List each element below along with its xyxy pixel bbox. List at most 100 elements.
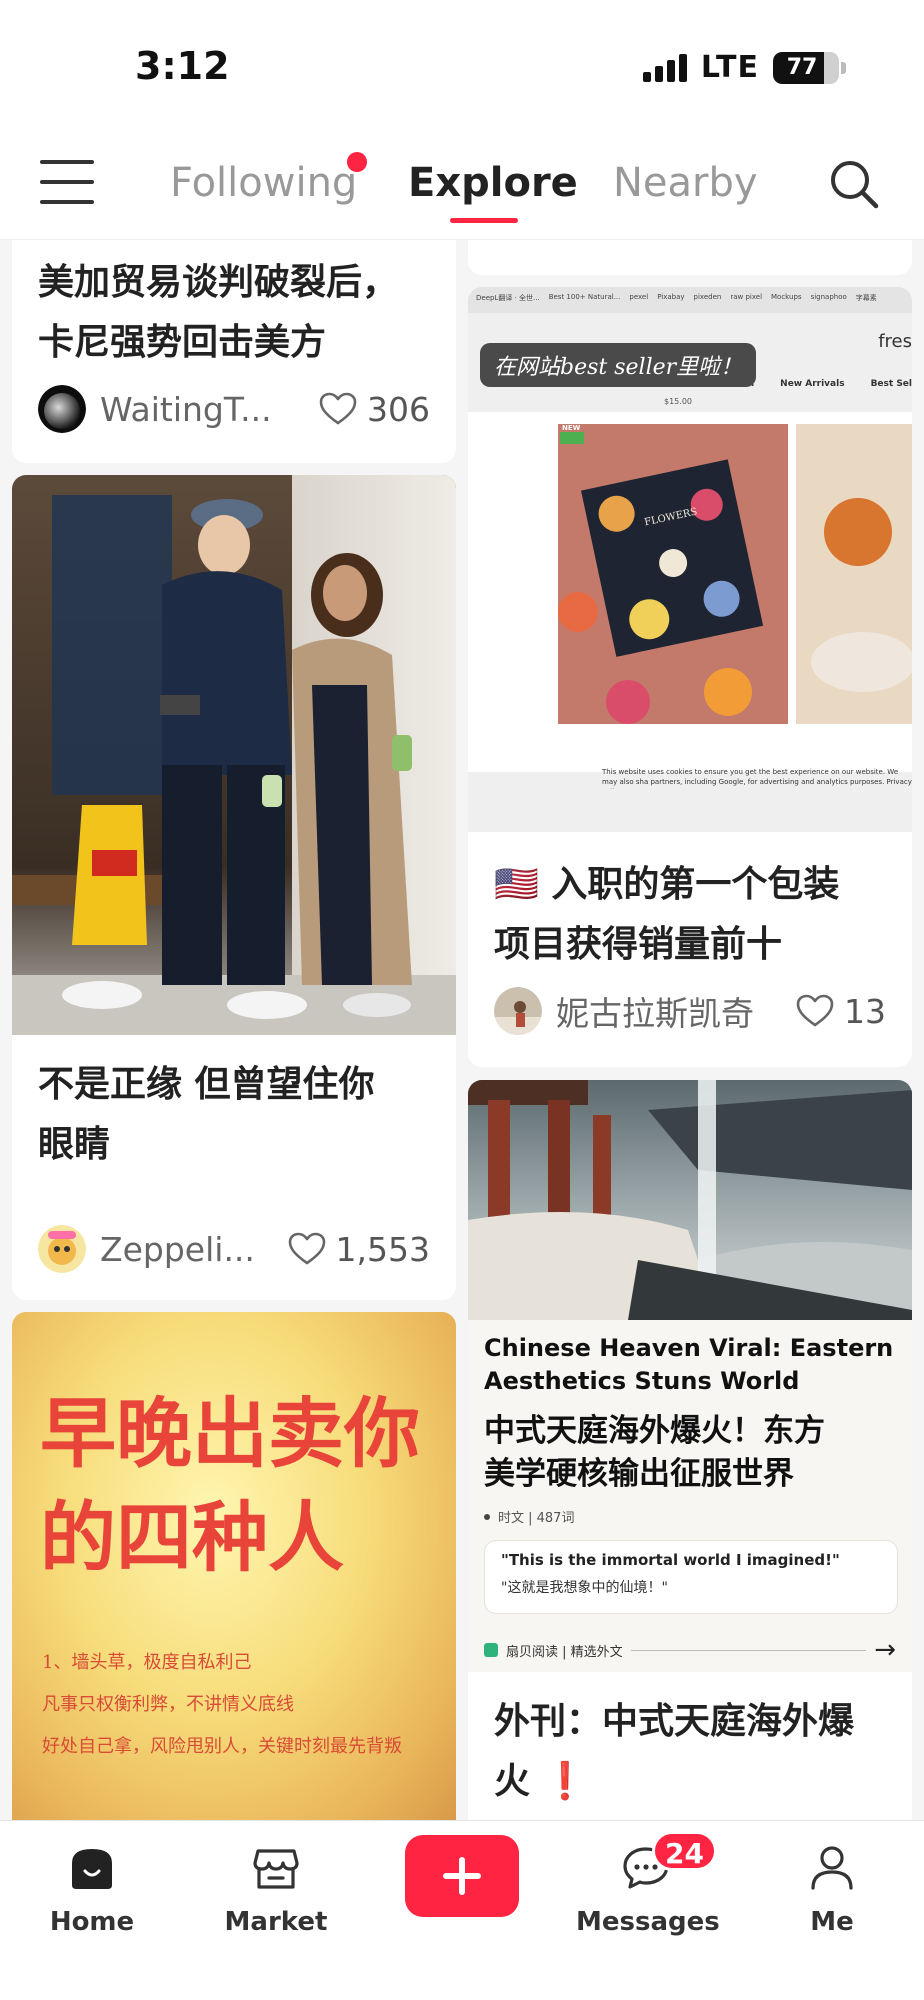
heart-icon[interactable] [288,1232,326,1266]
author-name[interactable]: WaitingT... [100,390,319,429]
avatar[interactable] [494,987,542,1035]
feed-card[interactable]: Chinese Heaven Viral: Eastern Aesthetics… [468,1080,912,1820]
tab-me[interactable]: Me [762,1841,902,1937]
store-icon [253,1849,299,1889]
card-title-line: 项目获得销量前十 [494,924,783,965]
signal-icon [642,53,687,82]
tab-explore[interactable]: Explore [408,160,578,206]
caption-sticker: 在网站best seller里啦！ [480,343,757,387]
card-title: 🇺🇸 入职的第一个包装 项目获得销量前十 [468,855,912,975]
product-photo [468,412,912,772]
author-name[interactable]: 妮古拉斯凯奇 [556,987,796,1035]
tab-label: Messages [576,1907,720,1937]
temple-photo [468,1080,912,1320]
person-icon [811,1846,853,1890]
poster-body: 1、墙头草，极度自私利己 凡事只权衡利弊，不讲情义底线 好处自己拿，风险甩别人，… [42,1642,402,1768]
card-meta: 妮古拉斯凯奇 13 [494,987,886,1035]
article-cover: Chinese Heaven Viral: Eastern Aesthetics… [468,1080,912,1672]
post-image: DeepL翻译 · 全世... Best 100+ Natural... pex… [468,287,912,832]
poster-headline-line: 早晚出卖你 [40,1389,420,1478]
feed-card[interactable]: 早晚出卖你 的四种人 1、墙头草，极度自私利己 凡事只权衡利弊，不讲情义底线 好… [12,1312,456,1820]
quote-en: "This is the immortal world I imagined!" [501,1551,840,1569]
network-label: LTE [700,50,759,85]
tab-nearby[interactable]: Nearby [613,160,758,206]
shop-brand: fres [878,331,912,352]
bookmark: DeepL翻译 · 全世... [476,294,540,302]
card-title-line: 🇺🇸 入职的第一个包装 [494,864,840,905]
article-cn-title: 中式天庭海外爆火！东方 美学硬核输出征服世界 [484,1410,902,1496]
tab-market[interactable]: Market [206,1841,346,1937]
like-count: 1,553 [335,1229,430,1269]
bookmark: pixeden [693,293,722,301]
shop-nav-item: New Arrivals [780,379,845,389]
search-icon[interactable] [828,158,880,210]
messages-badge: 24 [652,1831,717,1871]
feed-card[interactable]: DeepL翻译 · 全世... Best 100+ Natural... pex… [468,287,912,1067]
poster-headline-line: 的四种人 [40,1493,344,1582]
like-count: 306 [367,389,430,429]
shop-nav-item: Best Sel [870,379,912,389]
tab-label: Me [810,1907,854,1937]
create-post-button[interactable] [405,1835,519,1917]
divider-line [630,1649,867,1651]
tab-home[interactable]: Home [22,1841,162,1937]
article-source: 扇贝阅读 | 精选外文 [506,1644,623,1660]
like-count: 13 [844,991,886,1031]
bookmark: 字幕素 [855,294,877,302]
article-meta-text: 时文 | 487词 [498,1511,575,1526]
feed-card[interactable]: 不是正缘 但曾望住你 眼睛 Zeppeli... 1,553 [12,475,456,1300]
bookmark: raw pixel [730,293,763,301]
card-meta: WaitingT... 306 [38,385,430,433]
top-nav: Following Explore Nearby [0,130,924,240]
article-quote: "This is the immortal world I imagined!"… [484,1540,898,1614]
home-icon [72,1849,112,1889]
article-en-title: Chinese Heaven Viral: Eastern Aesthetics… [484,1334,894,1395]
status-indicators: LTE 77 [642,50,846,85]
battery-level: 77 [786,54,818,80]
product-price: $15.00 [664,397,692,406]
bullet-dot [484,1513,490,1520]
card-title-line: 不是正缘 但曾望住你 [38,1064,375,1105]
bookmark: Pixabay [657,293,685,301]
bookmark: Best 100+ Natural... [548,293,621,301]
plus-icon-vertical [459,1857,465,1895]
card-title-line: 火 ❗ [494,1761,588,1802]
card-title: 外刊：中式天庭海外爆 火 ❗ [468,1692,912,1812]
status-time: 3:12 [135,44,230,88]
heart-icon[interactable] [319,392,357,426]
bottom-tab-bar: Home Market Messages 24 Me [0,1820,924,2000]
active-tab-indicator [450,218,518,223]
card-title-line: 卡尼强势回击美方 [38,322,327,363]
post-image [12,475,456,1035]
tab-label: Market [224,1907,328,1937]
status-bar: 3:12 LTE 77 [0,0,924,130]
author-name[interactable]: Zeppeli... [100,1230,288,1269]
card-title: 不是正缘 但曾望住你 眼睛 [12,1055,456,1175]
poster-line: 1、墙头草，极度自私利己 [42,1652,252,1673]
heart-icon[interactable] [796,994,834,1028]
following-notification-dot [347,152,367,172]
poster-line: 凡事只权衡利弊，不讲情义底线 [42,1694,294,1715]
bookmark: Mockups [771,293,802,301]
quote-cn: "这就是我想象中的仙境！" [501,1580,668,1596]
article-footer: 扇贝阅读 | 精选外文 → [484,1635,896,1665]
card-title-line: 美加贸易谈判破裂后， [38,262,399,303]
card-title-line: 眼睛 [38,1124,111,1165]
poster-line: 好处自己拿，风险甩别人，关键时刻最先背叛 [42,1736,402,1757]
cookie-notice: This website uses cookies to ensure you … [602,768,912,789]
poster-image: 早晚出卖你 的四种人 1、墙头草，极度自私利己 凡事只权衡利弊，不讲情义底线 好… [12,1312,456,1820]
tab-label: Home [49,1907,135,1937]
menu-icon[interactable] [40,160,94,204]
feed-card[interactable]: 美加贸易谈判破裂后， 卡尼强势回击美方 WaitingT... 306 [12,205,456,463]
avatar[interactable] [38,385,86,433]
browser-bookmarks: DeepL翻译 · 全世... Best 100+ Natural... pex… [468,287,912,313]
arrow-right-icon: → [874,1635,896,1665]
avatar[interactable] [38,1225,86,1273]
tab-following[interactable]: Following [170,160,357,206]
battery-cap [841,61,846,74]
battery-icon: 77 [773,51,839,84]
new-tag: NEW [562,424,581,432]
article-cn-title-line: 美学硬核输出征服世界 [484,1456,794,1492]
shanbay-icon [484,1643,498,1657]
bookmark: pexel [629,293,649,301]
